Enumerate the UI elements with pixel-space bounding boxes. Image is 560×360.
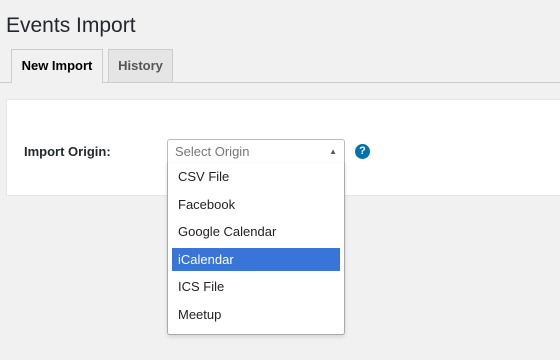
option-csv-file[interactable]: CSV File <box>172 165 340 188</box>
import-origin-select[interactable]: Select Origin ▲ <box>167 139 345 164</box>
help-icon[interactable]: ? <box>355 144 370 159</box>
import-origin-label: Import Origin: <box>24 144 111 159</box>
chevron-up-icon: ▲ <box>329 147 337 156</box>
option-facebook[interactable]: Facebook <box>172 193 340 216</box>
origin-dropdown-list: CSV File Facebook Google Calendar iCalen… <box>167 163 345 335</box>
option-google-calendar[interactable]: Google Calendar <box>172 220 340 243</box>
option-meetup[interactable]: Meetup <box>172 303 340 326</box>
select-placeholder: Select Origin <box>175 144 250 159</box>
page-title: Events Import <box>6 14 136 37</box>
tab-new-import[interactable]: New Import <box>11 49 103 83</box>
option-ics-file[interactable]: ICS File <box>172 275 340 298</box>
tab-history[interactable]: History <box>108 49 173 82</box>
option-icalendar[interactable]: iCalendar <box>172 247 340 271</box>
